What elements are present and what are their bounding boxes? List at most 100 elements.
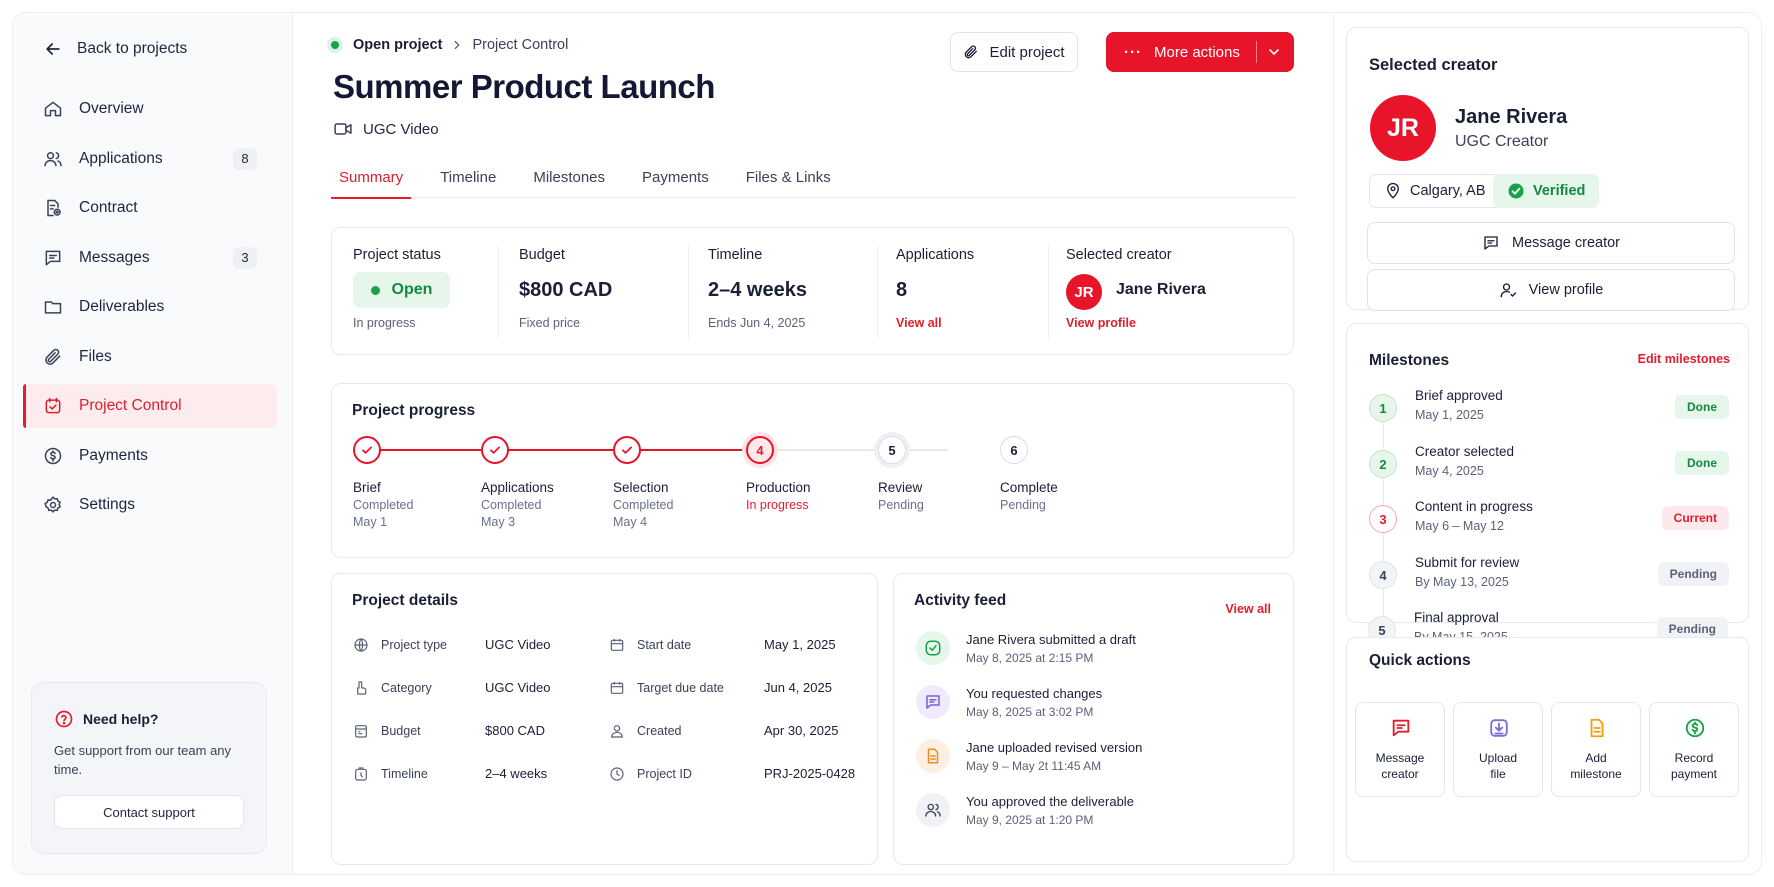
clock-icon xyxy=(610,767,624,781)
detail-label: Created xyxy=(637,724,682,738)
activity-text: You approved the deliverable xyxy=(966,794,1134,809)
milestone-item[interactable]: 4 Submit for review By May 13, 2025 Pend… xyxy=(1369,555,1729,599)
back-to-projects-link[interactable]: Back to projects xyxy=(43,39,187,59)
milestone-item[interactable] xyxy=(1369,611,1729,624)
tab-timeline[interactable]: Timeline xyxy=(432,157,504,198)
arrow-left-icon xyxy=(46,43,60,55)
detail-row: Created xyxy=(609,723,681,739)
sidebar-item-messages[interactable]: Messages 3 xyxy=(23,236,277,280)
tab-payments[interactable]: Payments xyxy=(634,157,717,198)
quick-action-record-payment[interactable]: Record payment xyxy=(1649,702,1739,797)
milestone-date: May 4, 2025 xyxy=(1415,464,1484,478)
stat-label: Timeline xyxy=(708,247,763,263)
detail-label: Category xyxy=(381,681,432,695)
location-chip: Calgary, AB xyxy=(1369,174,1501,208)
status-badge: Current xyxy=(1661,506,1729,530)
chevron-down-icon[interactable] xyxy=(1266,44,1282,60)
sidebar-item-contract[interactable]: Contract xyxy=(23,186,277,230)
label-line: payment xyxy=(1670,767,1718,781)
stat-value: 2–4 weeks xyxy=(708,279,807,301)
creator-name: Jane Rivera xyxy=(1455,106,1568,128)
detail-label: Target due date xyxy=(637,681,724,695)
activity-text: Jane Rivera submitted a draft xyxy=(966,632,1136,647)
stat-label: Applications xyxy=(896,247,975,263)
label-line: file xyxy=(1490,767,1506,781)
sidebar-item-deliverables[interactable]: Deliverables xyxy=(23,285,277,329)
milestone-item[interactable]: 3 Content in progress May 6 – May 12 Cur… xyxy=(1369,499,1729,543)
step-check-icon xyxy=(353,436,381,464)
detail-label: Project ID xyxy=(637,767,692,781)
sidebar-item-overview[interactable]: Overview xyxy=(23,87,277,131)
step-number: 6 xyxy=(1000,436,1028,464)
sidebar-item-label: Messages xyxy=(79,248,150,266)
divider xyxy=(877,246,878,338)
sidebar-item-files[interactable]: Files xyxy=(23,335,277,379)
view-profile-button[interactable]: View profile xyxy=(1367,269,1735,311)
view-all-activity-link[interactable]: View all xyxy=(1225,602,1271,616)
message-creator-button[interactable]: Message creator xyxy=(1367,222,1735,264)
activity-time: May 8, 2025 at 3:02 PM xyxy=(966,705,1094,719)
quick-action-upload[interactable]: Upload file xyxy=(1453,702,1543,797)
step-date: May 3 xyxy=(481,515,516,529)
milestone-item[interactable]: 2 Creator selected May 4, 2025 Done xyxy=(1369,444,1729,488)
tab-files-links[interactable]: Files & Links xyxy=(738,157,839,198)
milestone-number: 3 xyxy=(1369,505,1397,533)
step-status: Completed xyxy=(353,498,414,512)
tab-summary[interactable]: Summary xyxy=(331,157,412,199)
edit-milestones-link[interactable]: Edit milestones xyxy=(1638,352,1730,366)
contact-support-button[interactable]: Contact support xyxy=(54,795,244,829)
detail-row: Project ID xyxy=(609,766,692,782)
quick-action-label: Record payment xyxy=(1650,750,1738,782)
button-divider xyxy=(1256,41,1257,63)
quick-action-message[interactable]: Message creator xyxy=(1355,702,1445,797)
document-icon xyxy=(916,739,950,773)
detail-value: UGC Video xyxy=(485,637,551,652)
sidebar-item-label: Overview xyxy=(79,100,144,117)
view-all-applications-link[interactable]: View all xyxy=(896,316,942,330)
step-name: Production xyxy=(746,480,811,495)
sidebar-item-applications[interactable]: Applications 8 xyxy=(23,137,277,181)
calendar-icon xyxy=(610,639,624,651)
project-type: UGC Video xyxy=(333,119,439,139)
milestone-name: Creator selected xyxy=(1415,444,1515,459)
activity-text: You requested changes xyxy=(966,686,1103,701)
milestone-item[interactable]: 1 Brief approved May 1, 2025 Done xyxy=(1369,388,1729,432)
location-text: Calgary, AB xyxy=(1410,183,1486,199)
sidebar-item-label: Files xyxy=(79,347,112,365)
quick-action-add-milestone[interactable]: Add milestone xyxy=(1551,702,1641,797)
breadcrumb-status[interactable]: Open project xyxy=(353,37,442,53)
location-pin-icon xyxy=(1387,182,1399,199)
avatar: JR xyxy=(1066,274,1102,310)
edit-project-button[interactable]: Edit project xyxy=(950,32,1078,72)
status-badge: Pending xyxy=(1657,562,1729,586)
more-actions-button[interactable]: ··· More actions xyxy=(1106,32,1294,72)
status-dot xyxy=(331,41,339,49)
message-icon xyxy=(1484,236,1498,250)
sidebar-item-project-control[interactable]: Project Control xyxy=(23,384,277,428)
sidebar-item-settings[interactable]: Settings xyxy=(23,483,277,527)
step-status: Pending xyxy=(1000,498,1046,512)
breadcrumb-current: Project Control xyxy=(472,37,569,53)
stat-status: Project status Open In progress xyxy=(353,228,493,356)
view-profile-link[interactable]: View profile xyxy=(1066,316,1136,330)
step-status: In progress xyxy=(746,498,809,512)
status-dot xyxy=(370,285,380,295)
status-badge: Done xyxy=(1675,395,1729,419)
user-icon xyxy=(611,725,623,738)
more-dots-icon: ··· xyxy=(1124,43,1142,61)
sidebar-item-label: Project Control xyxy=(79,397,182,414)
sidebar-item-payments[interactable]: Payments xyxy=(23,434,277,478)
folder-icon xyxy=(44,301,62,314)
milestone-name: Submit for review xyxy=(1415,555,1520,570)
stat-value: 8 xyxy=(896,279,908,301)
document-icon xyxy=(1590,718,1604,738)
sidebar-item-label: Settings xyxy=(79,496,136,513)
detail-label: Budget xyxy=(381,724,421,738)
project-type-label: UGC Video xyxy=(363,120,439,138)
quick-actions-card: Quick actions Message creator Upload file … xyxy=(1346,637,1749,862)
milestone-name: Brief approved xyxy=(1415,388,1503,403)
step-date: May 4 xyxy=(613,515,648,529)
detail-value: Apr 30, 2025 xyxy=(764,723,839,738)
count-badge: 3 xyxy=(233,246,257,269)
tab-milestones[interactable]: Milestones xyxy=(525,157,613,198)
